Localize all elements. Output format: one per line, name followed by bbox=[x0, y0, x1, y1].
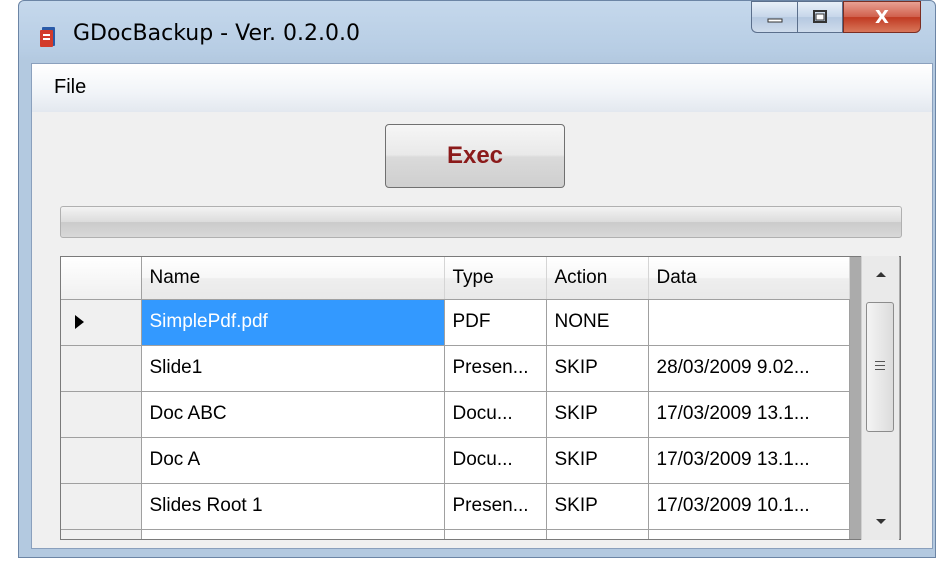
table-row[interactable]: Slide1 Presen... SKIP 28/03/2009 9.02... bbox=[61, 345, 850, 392]
scroll-up-button[interactable] bbox=[862, 258, 899, 290]
cell-type[interactable]: Presen... bbox=[444, 345, 547, 392]
window-title: GDocBackup - Ver. 0.2.0.0 bbox=[73, 21, 360, 46]
cell-name[interactable]: Doc ABC bbox=[141, 391, 445, 438]
cell-type[interactable]: PDF bbox=[444, 299, 547, 346]
row-header[interactable] bbox=[61, 437, 142, 484]
header-row: Name Type Action Data bbox=[61, 257, 850, 300]
cell-action[interactable]: SKIP bbox=[546, 345, 649, 392]
app-window: GDocBackup - Ver. 0.2.0.0 X File Exec Na… bbox=[18, 0, 936, 558]
close-icon: X bbox=[875, 6, 889, 28]
scroll-up-arrow-icon bbox=[875, 272, 886, 277]
cell-data[interactable] bbox=[648, 529, 850, 539]
table-row[interactable]: Doc A Docu... SKIP 17/03/2009 13.1... bbox=[61, 437, 850, 484]
scroll-down-button[interactable] bbox=[862, 506, 899, 538]
column-header-name[interactable]: Name bbox=[141, 257, 445, 300]
menu-bar: File bbox=[32, 64, 932, 112]
scroll-down-arrow-icon bbox=[875, 519, 886, 524]
cell-name[interactable]: Slides Root 1 bbox=[141, 483, 445, 530]
cell-type[interactable] bbox=[444, 529, 547, 539]
cell-name[interactable]: Slide1 bbox=[141, 345, 445, 392]
vertical-scrollbar[interactable] bbox=[861, 256, 899, 540]
table-row[interactable] bbox=[61, 529, 850, 539]
cell-type[interactable]: Docu... bbox=[444, 391, 547, 438]
table-row[interactable]: Doc ABC Docu... SKIP 17/03/2009 13.1... bbox=[61, 391, 850, 438]
column-header-type[interactable]: Type bbox=[444, 257, 547, 300]
table-row[interactable]: Slides Root 1 Presen... SKIP 17/03/2009 … bbox=[61, 483, 850, 530]
row-header[interactable] bbox=[61, 391, 142, 438]
gdoc-app-icon bbox=[40, 27, 55, 47]
files-table: Name Type Action Data SimplePdf.pdf PDF … bbox=[61, 257, 850, 539]
caption-buttons: X bbox=[751, 1, 921, 35]
row-header[interactable] bbox=[61, 299, 142, 346]
cell-name[interactable]: Doc A bbox=[141, 437, 445, 484]
cell-data[interactable]: 17/03/2009 10.1... bbox=[648, 483, 850, 530]
exec-button[interactable]: Exec bbox=[385, 124, 565, 188]
cell-data[interactable]: 17/03/2009 13.1... bbox=[648, 391, 850, 438]
cell-data[interactable]: 17/03/2009 13.1... bbox=[648, 437, 850, 484]
corner-header bbox=[61, 257, 142, 300]
cell-action[interactable] bbox=[546, 529, 649, 539]
cell-action[interactable]: NONE bbox=[546, 299, 649, 346]
row-header[interactable] bbox=[61, 345, 142, 392]
table-row[interactable]: SimplePdf.pdf PDF NONE bbox=[61, 299, 850, 346]
cell-data[interactable]: 28/03/2009 9.02... bbox=[648, 345, 850, 392]
close-button[interactable]: X bbox=[843, 1, 921, 33]
maximize-icon bbox=[813, 10, 827, 23]
minimize-button[interactable] bbox=[751, 1, 797, 33]
cell-action[interactable]: SKIP bbox=[546, 391, 649, 438]
cell-type[interactable]: Presen... bbox=[444, 483, 547, 530]
minimize-icon bbox=[767, 18, 782, 23]
column-header-action[interactable]: Action bbox=[546, 257, 649, 300]
column-header-data[interactable]: Data bbox=[648, 257, 850, 300]
client-area: File Exec Name Type Action Data SimplePd… bbox=[31, 63, 933, 549]
progress-bar bbox=[60, 206, 902, 238]
thumb-grip bbox=[875, 365, 885, 366]
files-grid[interactable]: Name Type Action Data SimplePdf.pdf PDF … bbox=[60, 256, 901, 540]
maximize-button[interactable] bbox=[797, 1, 843, 33]
cell-name[interactable]: SimplePdf.pdf bbox=[141, 299, 445, 346]
current-row-arrow-icon bbox=[75, 315, 84, 329]
cell-type[interactable]: Docu... bbox=[444, 437, 547, 484]
cell-name[interactable] bbox=[141, 529, 445, 539]
scroll-thumb[interactable] bbox=[866, 302, 894, 432]
cell-data[interactable] bbox=[648, 299, 850, 346]
menu-file[interactable]: File bbox=[54, 76, 86, 99]
row-header[interactable] bbox=[61, 483, 142, 530]
cell-action[interactable]: SKIP bbox=[546, 437, 649, 484]
thumb-grip bbox=[875, 361, 885, 362]
cell-action[interactable]: SKIP bbox=[546, 483, 649, 530]
row-header[interactable] bbox=[61, 529, 142, 539]
title-bar[interactable]: GDocBackup - Ver. 0.2.0.0 X bbox=[19, 1, 935, 63]
thumb-grip bbox=[875, 369, 885, 370]
